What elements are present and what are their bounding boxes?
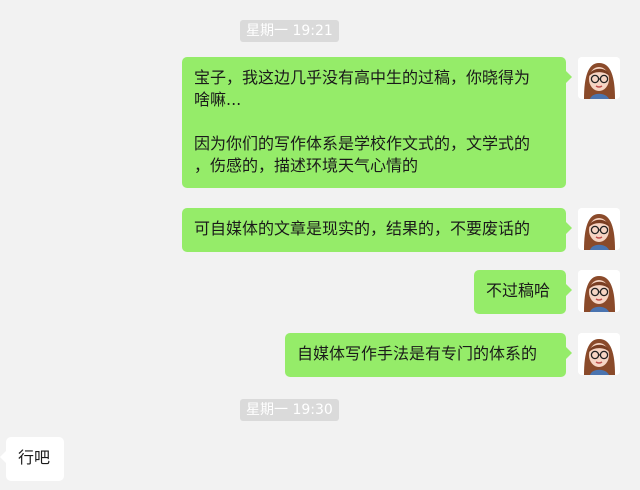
message-text: 可自媒体的文章是现实的，结果的，不要废话的 <box>194 219 531 238</box>
message-bubble-sent[interactable]: 宝子，我这边几乎没有高中生的过稿，你晓得为 啥嘛... 因为你们的写作体系是学校… <box>182 57 572 188</box>
message-text: 不过稿哈 <box>486 281 551 300</box>
user-avatar[interactable] <box>578 57 620 99</box>
user-avatar[interactable] <box>578 333 620 375</box>
message-bubble-sent[interactable]: 不过稿哈 <box>474 270 572 314</box>
woman-glasses-avatar-icon <box>578 270 620 312</box>
message-text: 宝子，我这边几乎没有高中生的过稿，你晓得为 <box>194 68 531 87</box>
message-bubble-sent[interactable]: 可自媒体的文章是现实的，结果的，不要废话的 <box>182 208 572 252</box>
user-avatar[interactable] <box>578 208 620 250</box>
message-bubble-sent[interactable]: 自媒体写作手法是有专门的体系的 <box>285 333 572 377</box>
message-text: 行吧 <box>18 448 51 467</box>
message-text: 自媒体写作手法是有专门的体系的 <box>297 344 538 363</box>
message-text: 因为你们的写作体系是学校作文式的，文学式的 <box>194 134 531 153</box>
message-bubble-received[interactable]: 行吧 <box>0 437 64 481</box>
woman-glasses-avatar-icon <box>578 57 620 99</box>
message-text: 啥嘛... <box>194 90 242 109</box>
woman-glasses-avatar-icon <box>578 208 620 250</box>
timestamp: 星期一 19:30 <box>240 399 339 421</box>
timestamp: 星期一 19:21 <box>240 20 339 42</box>
user-avatar[interactable] <box>578 270 620 312</box>
woman-glasses-avatar-icon <box>578 333 620 375</box>
message-text: ，伤感的，描述环境天气心情的 <box>194 156 419 175</box>
